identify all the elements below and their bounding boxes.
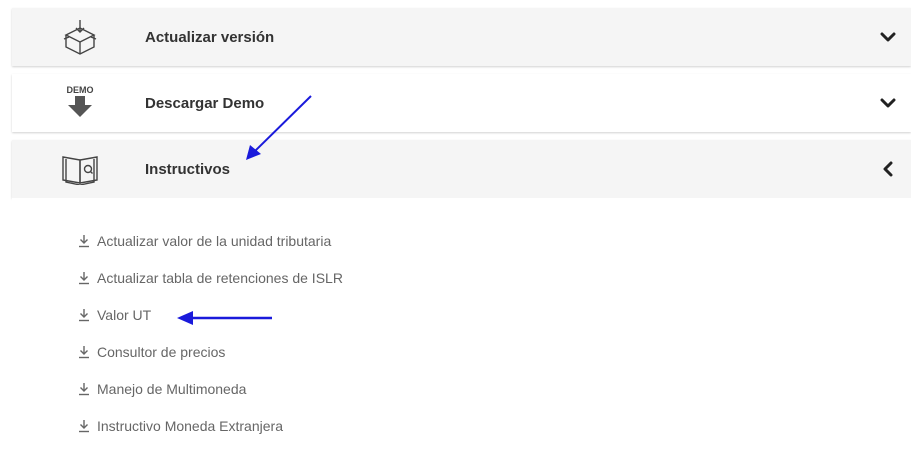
list-item-label: Valor UT <box>97 307 152 323</box>
accordion: Actualizar versión DEMO Descargar Demo I… <box>12 0 911 448</box>
section-descargar-demo-header[interactable]: DEMO Descargar Demo <box>12 74 911 132</box>
list-item-label: Consultor de precios <box>97 344 226 360</box>
list-item[interactable]: Actualizar tabla de retenciones de ISLR <box>78 268 343 288</box>
instructivos-panel: Actualizar valor de la unidad tributaria… <box>12 198 911 448</box>
download-icon <box>79 272 89 285</box>
list-item-label: Instructivo Moneda Extranjera <box>97 418 283 434</box>
list-item-label: Manejo de Multimoneda <box>97 381 247 397</box>
download-icon <box>79 383 89 396</box>
svg-text:DEMO: DEMO <box>67 85 94 95</box>
book-icon <box>60 149 100 189</box>
chevron-down-icon[interactable] <box>879 94 897 112</box>
section-actualizar-version-header[interactable]: Actualizar versión <box>12 8 911 66</box>
download-icon <box>79 309 89 322</box>
section-title: Instructivos <box>145 160 231 178</box>
list-item[interactable]: Consultor de precios <box>78 342 225 362</box>
download-icon <box>79 420 89 433</box>
download-icon <box>79 346 89 359</box>
demo-download-icon: DEMO <box>60 83 100 123</box>
section-title: Descargar Demo <box>145 94 265 112</box>
box-download-icon <box>60 17 100 57</box>
list-item-label: Actualizar tabla de retenciones de ISLR <box>97 270 343 286</box>
list-item[interactable]: Manejo de Multimoneda <box>78 379 246 399</box>
download-icon <box>79 235 89 248</box>
chevron-left-icon[interactable] <box>879 160 897 178</box>
list-item[interactable]: Actualizar valor de la unidad tributaria <box>78 231 331 251</box>
section-instructivos-header[interactable]: Instructivos <box>12 140 911 198</box>
list-item-label: Actualizar valor de la unidad tributaria <box>97 233 332 249</box>
section-title: Actualizar versión <box>145 28 275 46</box>
list-item[interactable]: Instructivo Moneda Extranjera <box>78 416 283 436</box>
chevron-down-icon[interactable] <box>879 28 897 46</box>
list-item[interactable]: Valor UT <box>78 305 151 325</box>
